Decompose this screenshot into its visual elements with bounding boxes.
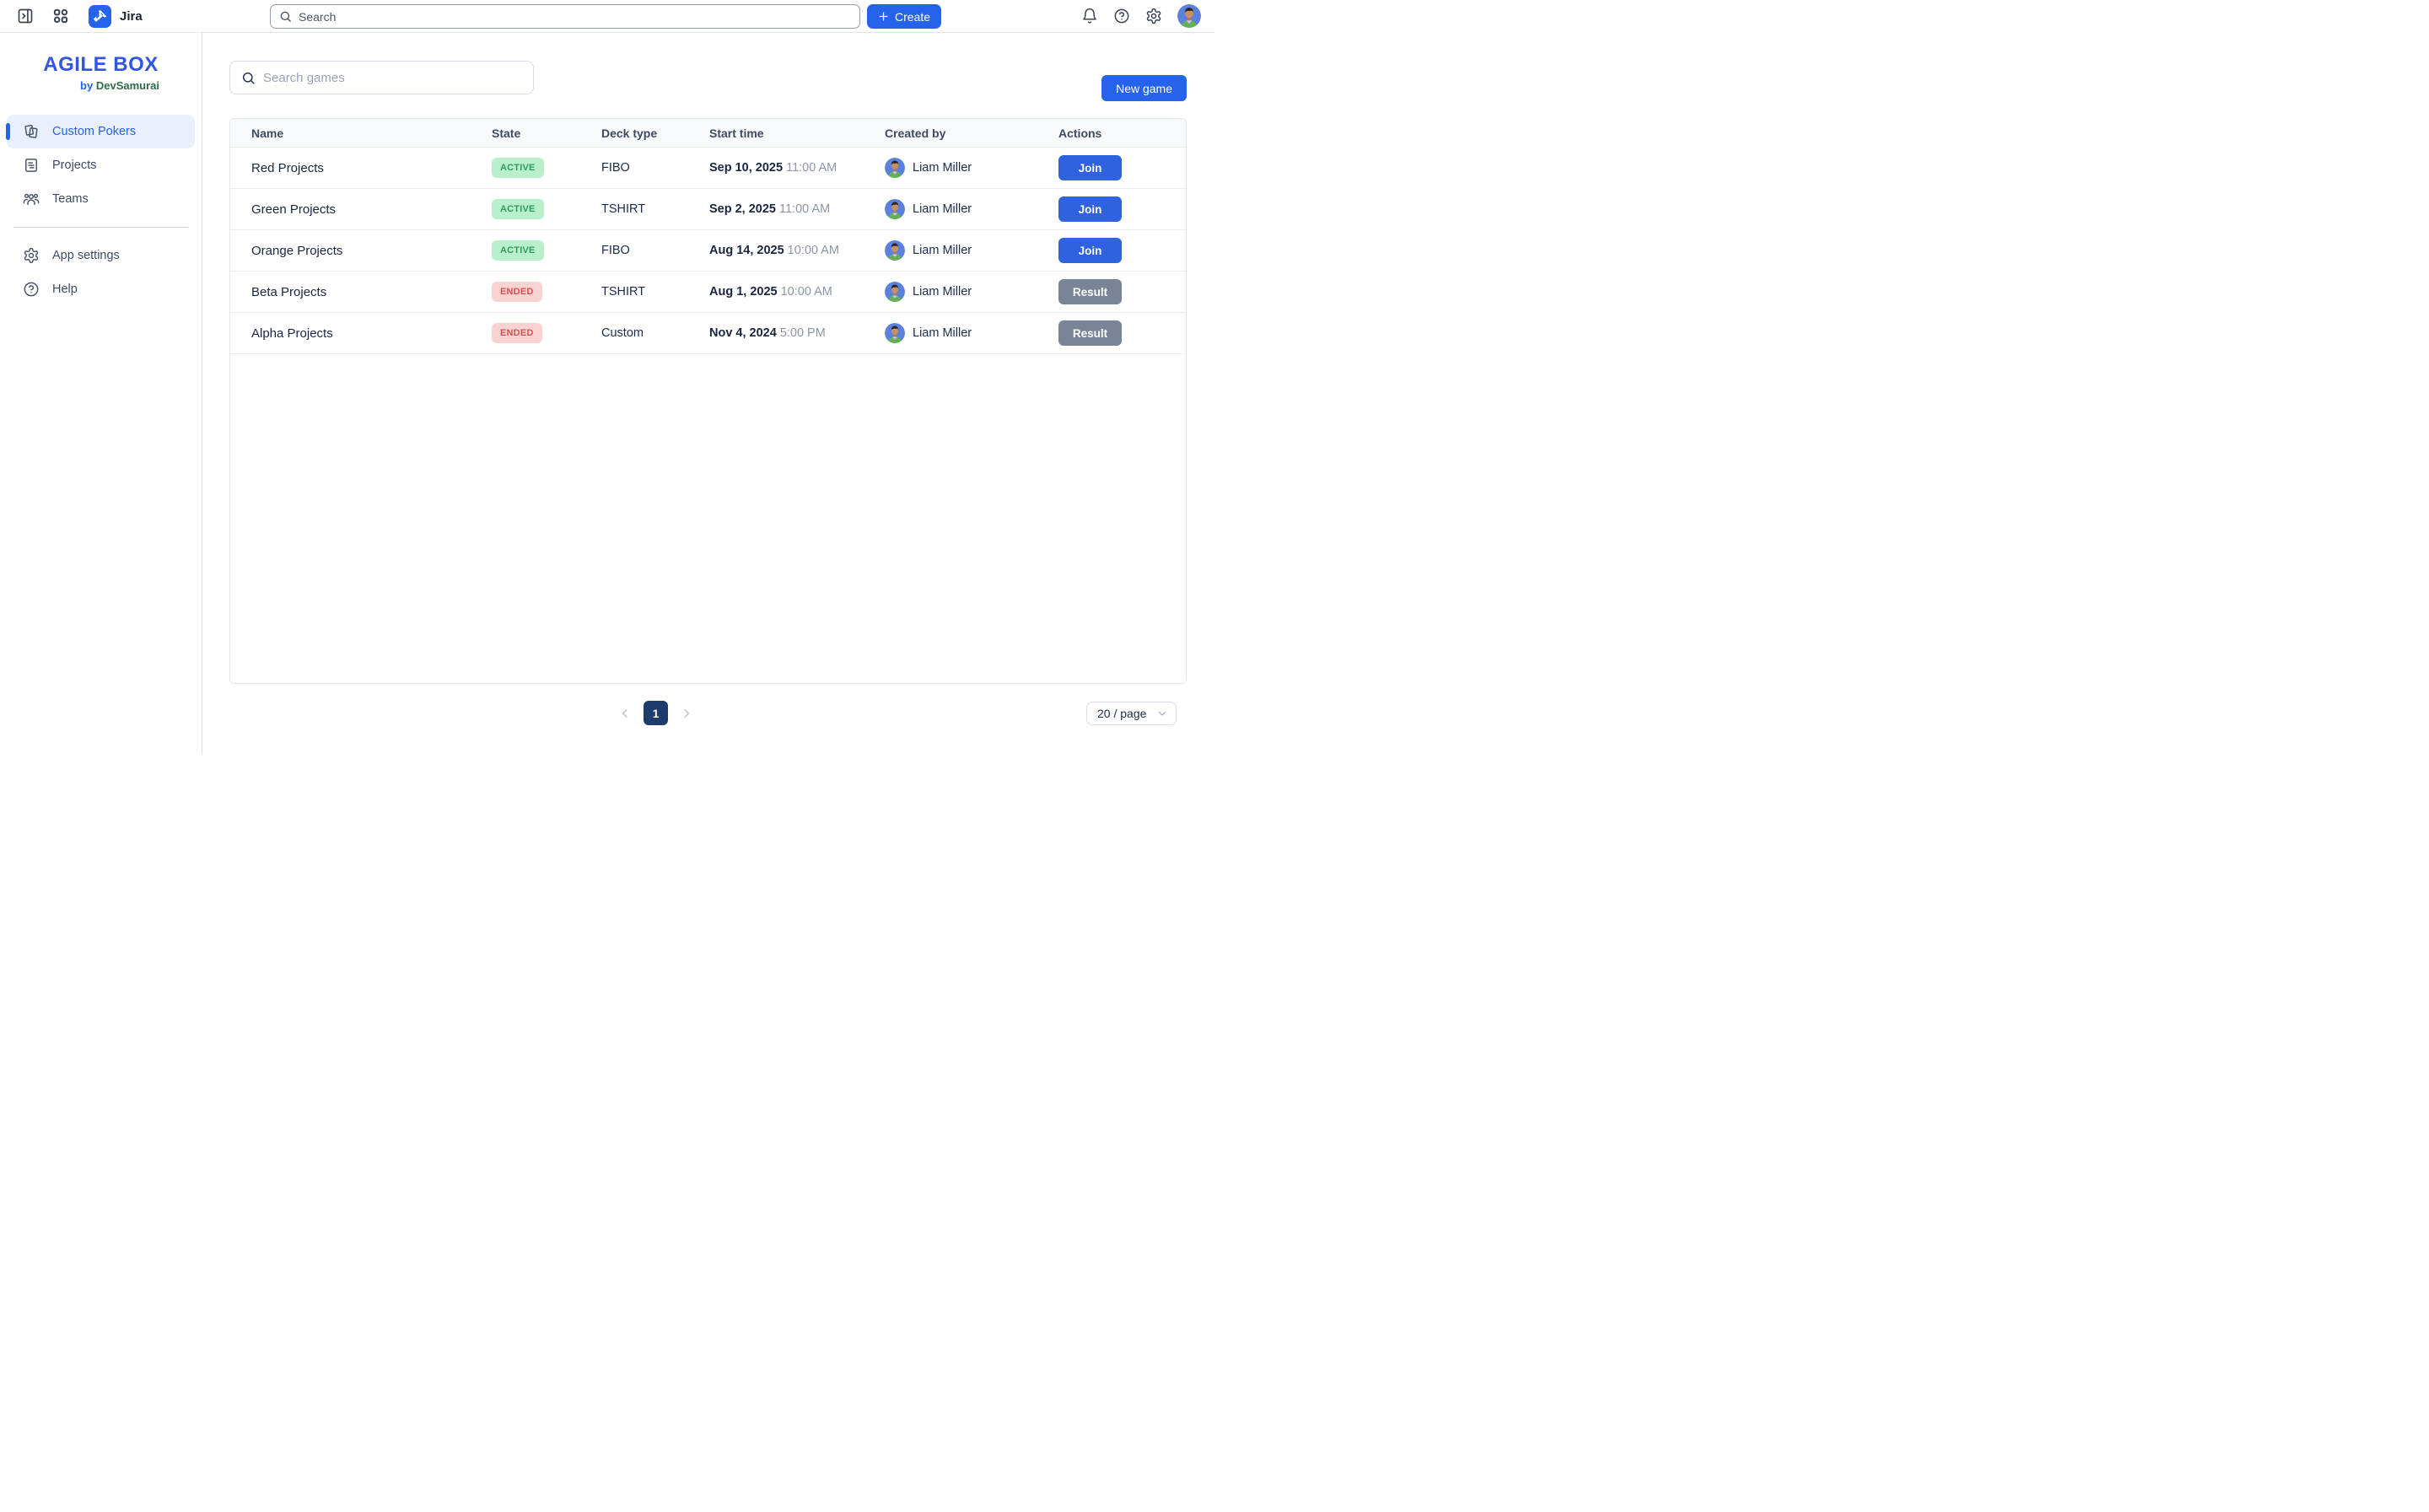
- cards-icon: [23, 123, 40, 140]
- join-button[interactable]: Join: [1058, 196, 1122, 222]
- search-icon: [279, 10, 292, 23]
- gear-icon: [23, 247, 40, 264]
- game-name: Green Projects: [251, 202, 492, 217]
- bell-icon[interactable]: [1081, 8, 1098, 24]
- create-button[interactable]: Create: [867, 4, 941, 29]
- panel-toggle-icon[interactable]: [17, 8, 34, 24]
- sidebar: AGILE BOX by DevSamurai Custom Pokers Pr…: [0, 33, 202, 755]
- created-by: Liam Miller: [885, 282, 1058, 302]
- new-game-button[interactable]: New game: [1101, 75, 1187, 101]
- menu-divider: [13, 227, 188, 228]
- table-row: Green Projects ACTIVE TSHIRT Sep 2, 2025…: [230, 189, 1186, 230]
- global-search-input[interactable]: [299, 10, 851, 24]
- created-by: Liam Miller: [885, 240, 1058, 261]
- deck-type: Custom: [601, 326, 709, 340]
- sidebar-menu: Custom Pokers Projects Teams: [0, 115, 202, 306]
- column-state: State: [492, 126, 601, 140]
- start-time: Sep 10, 202511:00 AM: [709, 161, 885, 175]
- result-button[interactable]: Result: [1058, 320, 1122, 346]
- games-table: Name State Deck type Start time Created …: [229, 118, 1187, 684]
- user-avatar[interactable]: [1177, 4, 1201, 28]
- table-header: Name State Deck type Start time Created …: [230, 119, 1186, 148]
- created-by: Liam Miller: [885, 158, 1058, 178]
- column-start-time: Start time: [709, 126, 885, 140]
- game-name: Orange Projects: [251, 244, 492, 258]
- sidebar-item-projects[interactable]: Projects: [0, 148, 202, 182]
- people-icon: [23, 191, 40, 207]
- game-name: Beta Projects: [251, 285, 492, 299]
- logo-title: AGILE BOX: [0, 53, 202, 77]
- join-button[interactable]: Join: [1058, 155, 1122, 180]
- table-row: Red Projects ACTIVE FIBO Sep 10, 202511:…: [230, 148, 1186, 189]
- table-row: Beta Projects ENDED TSHIRT Aug 1, 202510…: [230, 272, 1186, 313]
- game-name: Alpha Projects: [251, 326, 492, 341]
- avatar: [885, 199, 905, 219]
- sidebar-item-teams[interactable]: Teams: [0, 182, 202, 216]
- help-icon[interactable]: [1113, 8, 1130, 24]
- column-deck-type: Deck type: [601, 126, 709, 140]
- game-name: Red Projects: [251, 161, 492, 175]
- plus-icon: [878, 11, 889, 22]
- prev-page-icon[interactable]: [618, 707, 632, 720]
- table-row: Orange Projects ACTIVE FIBO Aug 14, 2025…: [230, 230, 1186, 272]
- app-name: Jira: [120, 9, 143, 24]
- status-badge: ACTIVE: [492, 240, 544, 261]
- avatar: [885, 240, 905, 261]
- status-badge: ENDED: [492, 323, 542, 343]
- sidebar-item-app-settings[interactable]: App settings: [0, 239, 202, 272]
- pagination: 1: [618, 701, 693, 725]
- status-badge: ACTIVE: [492, 158, 544, 178]
- gear-icon[interactable]: [1145, 8, 1162, 24]
- created-by: Liam Miller: [885, 199, 1058, 219]
- search-icon: [241, 71, 256, 85]
- apps-grid-icon[interactable]: [52, 8, 69, 24]
- page-size-select[interactable]: 20 / page: [1086, 702, 1177, 725]
- result-button[interactable]: Result: [1058, 279, 1122, 304]
- join-button[interactable]: Join: [1058, 238, 1122, 263]
- deck-type: TSHIRT: [601, 202, 709, 216]
- sidebar-item-custom-pokers[interactable]: Custom Pokers: [7, 115, 195, 148]
- document-icon: [23, 157, 40, 174]
- jira-logo[interactable]: [89, 5, 111, 28]
- avatar: [885, 323, 905, 343]
- start-time: Nov 4, 20245:00 PM: [709, 326, 885, 340]
- global-search[interactable]: [270, 4, 860, 29]
- deck-type: TSHIRT: [601, 285, 709, 299]
- games-search-input[interactable]: [263, 71, 522, 85]
- next-page-icon[interactable]: [680, 707, 693, 720]
- page-number[interactable]: 1: [644, 701, 668, 725]
- main-content: New game Name State Deck type Start time…: [202, 33, 1214, 755]
- created-by: Liam Miller: [885, 323, 1058, 343]
- column-actions: Actions: [1058, 126, 1186, 140]
- start-time: Sep 2, 202511:00 AM: [709, 202, 885, 216]
- top-bar: Jira Create: [0, 0, 1214, 33]
- status-badge: ACTIVE: [492, 199, 544, 219]
- active-indicator: [6, 123, 10, 140]
- sidebar-item-help[interactable]: Help: [0, 272, 202, 306]
- help-circle-icon: [23, 281, 40, 298]
- deck-type: FIBO: [601, 161, 709, 175]
- logo-subtitle: by DevSamurai: [0, 79, 202, 92]
- start-time: Aug 1, 202510:00 AM: [709, 285, 885, 299]
- chevron-down-icon: [1157, 708, 1167, 718]
- table-row: Alpha Projects ENDED Custom Nov 4, 20245…: [230, 313, 1186, 354]
- status-badge: ENDED: [492, 282, 542, 302]
- deck-type: FIBO: [601, 244, 709, 257]
- column-name: Name: [251, 126, 492, 140]
- avatar: [885, 158, 905, 178]
- column-created-by: Created by: [885, 126, 1058, 140]
- games-search[interactable]: [229, 61, 534, 94]
- avatar: [885, 282, 905, 302]
- start-time: Aug 14, 202510:00 AM: [709, 244, 885, 257]
